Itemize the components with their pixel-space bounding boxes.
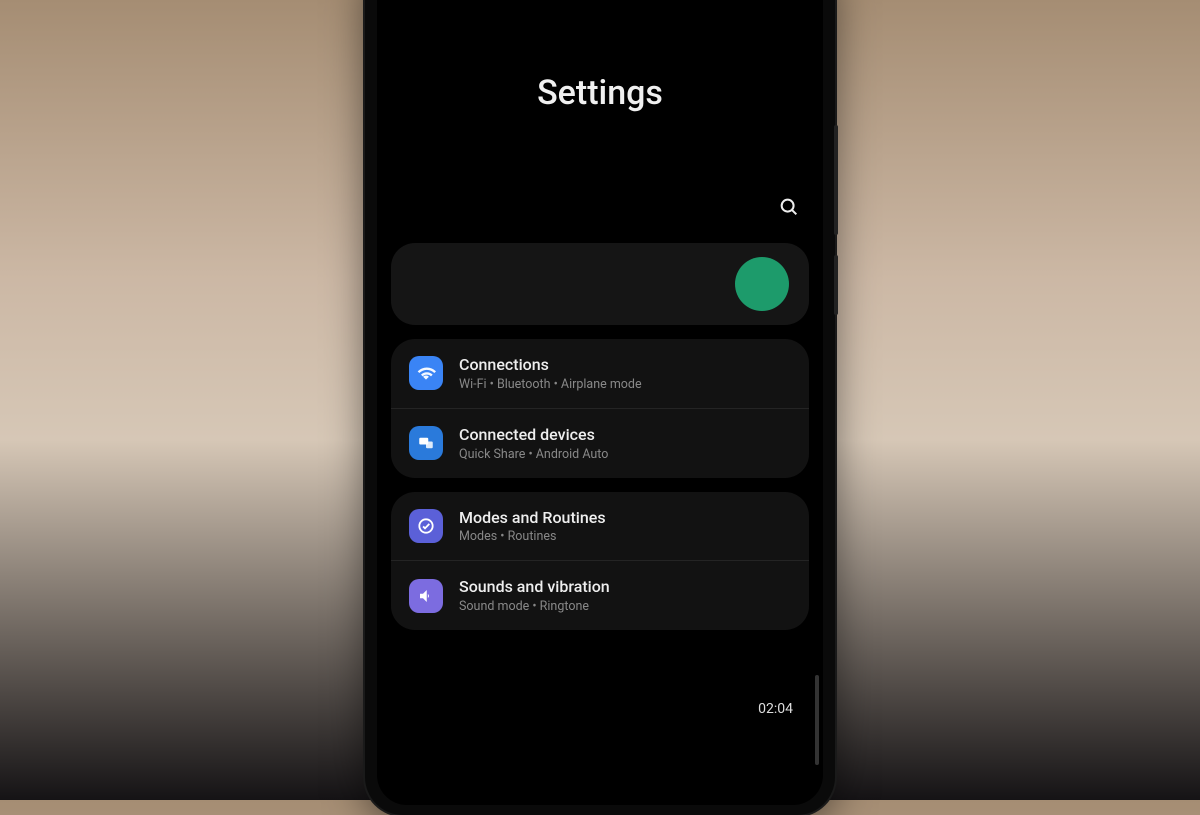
item-subtitle: Sound mode • Ringtone — [459, 599, 791, 614]
item-modes-routines[interactable]: Modes and Routines Modes • Routines — [391, 492, 809, 561]
item-connected-devices[interactable]: Connected devices Quick Share • Android … — [391, 408, 809, 478]
devices-icon — [409, 426, 443, 460]
item-sounds-vibration[interactable]: Sounds and vibration Sound mode • Ringto… — [391, 560, 809, 630]
power-button[interactable] — [834, 255, 838, 315]
video-timestamp: 02:04 — [758, 701, 793, 717]
wifi-icon — [409, 356, 443, 390]
settings-group-1: Connections Wi-Fi • Bluetooth • Airplane… — [391, 339, 809, 478]
search-button[interactable] — [775, 193, 803, 221]
item-title: Connections — [459, 355, 791, 376]
item-subtitle: Modes • Routines — [459, 529, 791, 544]
check-icon — [409, 509, 443, 543]
item-subtitle: Quick Share • Android Auto — [459, 447, 791, 462]
avatar[interactable] — [735, 257, 789, 311]
item-title: Sounds and vibration — [459, 577, 791, 598]
account-card[interactable] — [391, 243, 809, 325]
item-title: Modes and Routines — [459, 508, 791, 529]
settings-group-2: Modes and Routines Modes • Routines Soun… — [391, 492, 809, 631]
search-icon — [778, 196, 800, 218]
item-subtitle: Wi-Fi • Bluetooth • Airplane mode — [459, 377, 791, 392]
screen: 11:01 ⏰ ● G • 38% — [377, 0, 823, 805]
item-connections[interactable]: Connections Wi-Fi • Bluetooth • Airplane… — [391, 339, 809, 408]
phone-frame: 11:01 ⏰ ● G • 38% — [365, 0, 835, 815]
item-title: Connected devices — [459, 425, 791, 446]
volume-button[interactable] — [834, 125, 838, 235]
header: Settings — [377, 0, 823, 233]
sound-icon — [409, 579, 443, 613]
scrollbar[interactable] — [815, 675, 819, 765]
page-title: Settings — [537, 73, 663, 113]
